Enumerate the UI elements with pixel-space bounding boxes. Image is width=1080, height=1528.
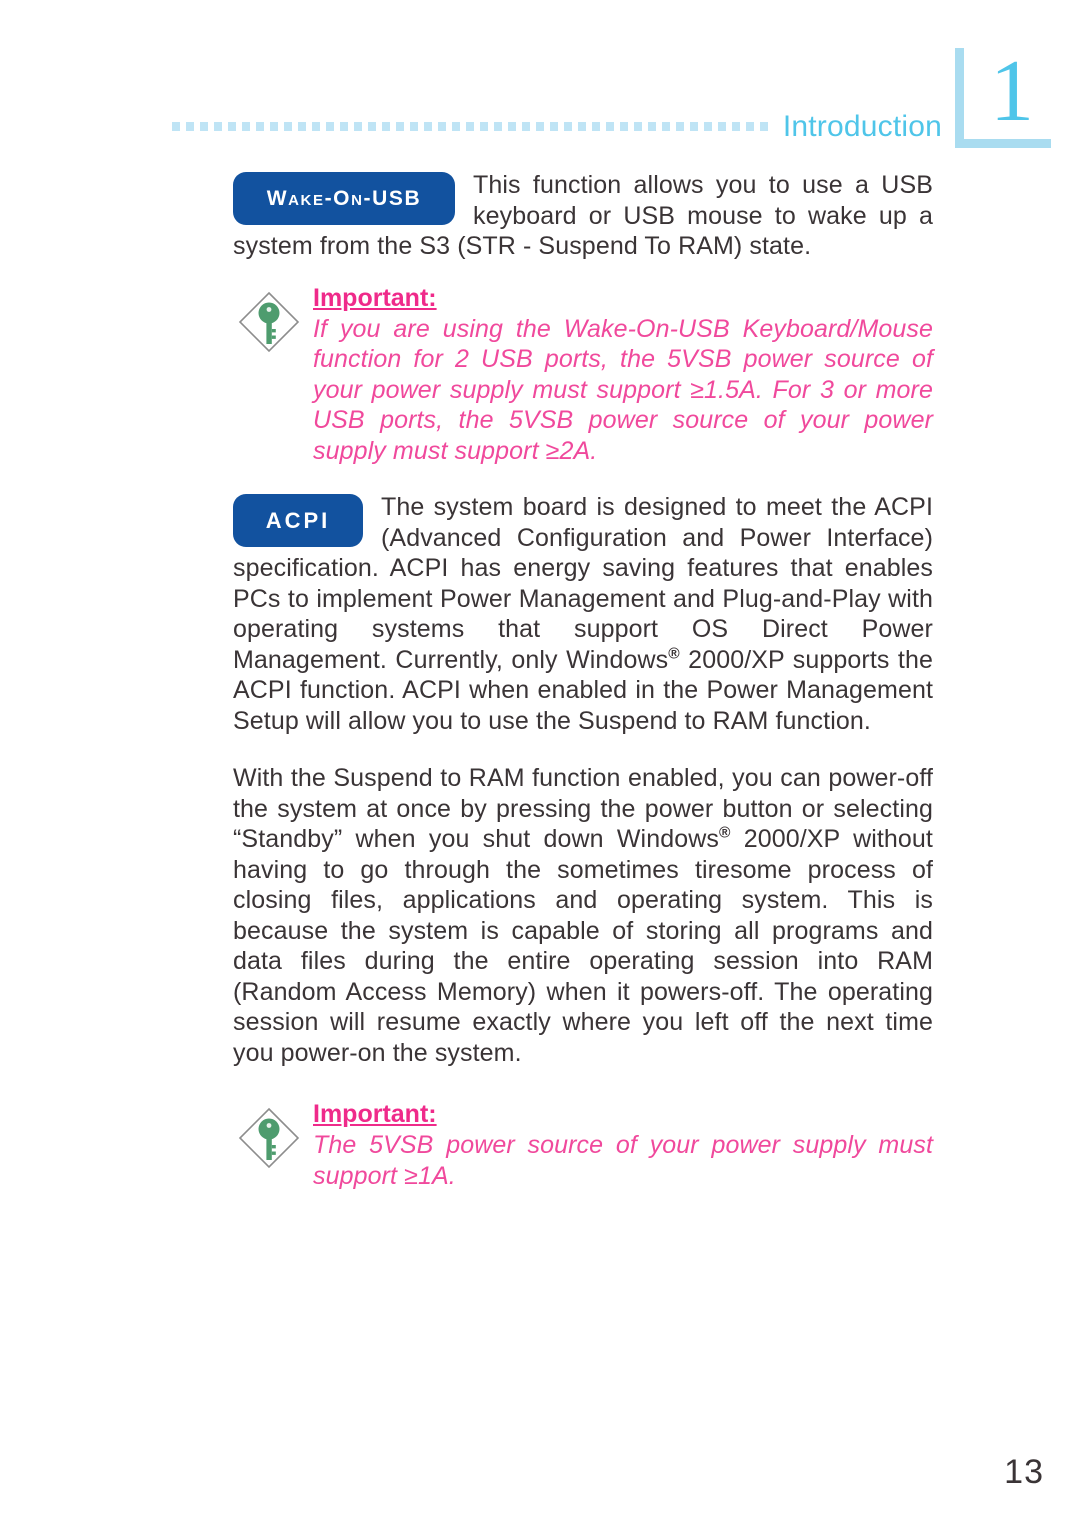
suspend-to-ram-paragraph: With the Suspend to RAM function enabled… (233, 763, 933, 1068)
badge-wake-on-usb: Wake-On-USB (233, 172, 455, 225)
section-wake-on-usb: Wake-On-USB This function allows you to … (233, 170, 933, 262)
page-number: 13 (1004, 1453, 1044, 1491)
chapter-number: 1 (990, 43, 1034, 140)
chapter-bracket: 1 (955, 43, 1051, 148)
section-title: Introduction (782, 110, 942, 143)
registered-mark-icon: ® (718, 824, 731, 842)
suspend-to-ram-part2: 2000/XP without having to go through the… (233, 825, 933, 1067)
section-acpi: ACPI The system board is designed to mee… (233, 492, 933, 736)
page-header: 1 Introduction (0, 0, 1080, 175)
dotted-rule-decoration (172, 122, 768, 131)
badge-wake-on-usb-label: Wake-On-USB (266, 187, 422, 210)
badge-acpi-label: ACPI (265, 508, 331, 533)
header-rule-row: Introduction (172, 108, 942, 148)
key-icon (237, 1106, 301, 1170)
important-note-2: Important: The 5VSB power source of your… (233, 1100, 933, 1191)
important-note-1: Important: If you are using the Wake-On-… (233, 284, 933, 467)
important-note-1-body: If you are using the Wake-On-USB Keyboar… (313, 314, 933, 465)
important-note-2-title: Important: (313, 1100, 437, 1128)
important-note-1-title: Important: (313, 283, 437, 312)
registered-mark-icon: ® (668, 645, 680, 663)
key-icon (237, 290, 301, 354)
chapter-bracket-vertical-bar (955, 48, 964, 148)
badge-acpi: ACPI (233, 494, 363, 547)
important-note-2-body: The 5VSB power source of your power supp… (313, 1131, 933, 1190)
page-content: Wake-On-USB This function allows you to … (233, 170, 933, 1191)
